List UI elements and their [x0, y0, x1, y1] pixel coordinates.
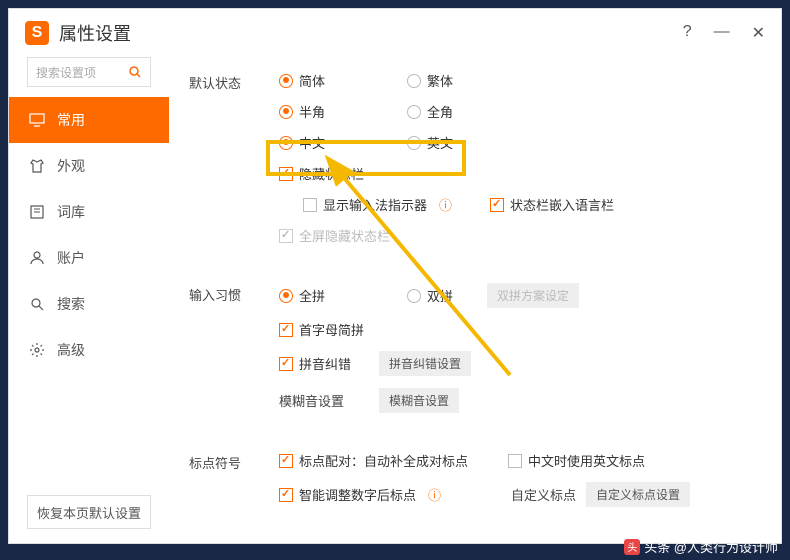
radio-halfwidth[interactable]: 半角 [279, 102, 397, 121]
user-icon [29, 250, 45, 266]
custom-punct-button[interactable]: 自定义标点设置 [586, 482, 690, 507]
magnify-icon [29, 296, 45, 312]
nav-label: 常用 [57, 110, 85, 130]
check-embed-langbar[interactable]: 状态栏嵌入语言栏 [490, 195, 614, 214]
search-input[interactable]: 搜索设置项 [27, 57, 151, 87]
section-body: 全拼 双拼 双拼方案设定 首字母简拼 拼音纠错 拼音纠错设置 模糊音设置 模糊音… [279, 283, 761, 425]
check-show-indicator[interactable]: 显示输入法指示器 [303, 195, 427, 214]
content-pane: 默认状态 简体 繁体 半角 全角 中文 英文 隐藏状态栏 [169, 57, 781, 543]
restore-defaults-button[interactable]: 恢复本页默认设置 [27, 495, 151, 529]
minimize-button[interactable]: — [714, 23, 730, 43]
radio-quanpin[interactable]: 全拼 [279, 286, 397, 305]
window-controls: ? — ✕ [683, 23, 765, 43]
check-fullscreen-hide: 全屏隐藏状态栏 [279, 226, 390, 245]
window-body: 搜索设置项 常用 外观 词库 账户 [9, 57, 781, 543]
nav-label: 词库 [57, 202, 85, 222]
check-en-punct[interactable]: 中文时使用英文标点 [508, 451, 645, 470]
section-body: 标点配对：自动补全成对标点 中文时使用英文标点 智能调整数字后标点 ⓘ 自定义标… [279, 451, 761, 519]
titlebar: S 属性设置 ? — ✕ [9, 9, 781, 57]
nav-dictionary[interactable]: 词库 [9, 189, 169, 235]
section-input-habit: 输入习惯 全拼 双拼 双拼方案设定 首字母简拼 拼音纠错 拼音纠错设置 [189, 283, 761, 425]
shuangpin-scheme-button: 双拼方案设定 [487, 283, 579, 308]
nav-appearance[interactable]: 外观 [9, 143, 169, 189]
help-icon[interactable]: ⓘ [439, 195, 452, 214]
search-placeholder: 搜索设置项 [36, 64, 96, 81]
close-button[interactable]: ✕ [752, 23, 765, 43]
watermark: 头 头条 @人类行为设计师 [624, 537, 778, 556]
shirt-icon [29, 158, 45, 174]
check-punct-pair[interactable]: 标点配对：自动补全成对标点 [279, 451, 468, 470]
nav-advanced[interactable]: 高级 [9, 327, 169, 373]
help-button[interactable]: ? [683, 23, 692, 43]
radio-chinese[interactable]: 中文 [279, 133, 397, 152]
fuzzy-settings-button[interactable]: 模糊音设置 [379, 388, 459, 413]
check-pinyin-correction[interactable]: 拼音纠错 [279, 354, 369, 373]
watermark-text: 头条 @人类行为设计师 [644, 537, 778, 556]
toutiao-icon: 头 [624, 539, 640, 555]
radio-fullwidth[interactable]: 全角 [407, 102, 525, 121]
search-icon [128, 65, 142, 79]
radio-shuangpin[interactable]: 双拼 [407, 286, 477, 305]
app-logo: S [25, 21, 49, 45]
check-hide-statusbar[interactable]: 隐藏状态栏 [279, 164, 364, 183]
sidebar: 搜索设置项 常用 外观 词库 账户 [9, 57, 169, 543]
check-initial-jianpin[interactable]: 首字母简拼 [279, 320, 364, 339]
section-default-state: 默认状态 简体 繁体 半角 全角 中文 英文 隐藏状态栏 [189, 71, 761, 257]
section-body: 简体 繁体 半角 全角 中文 英文 隐藏状态栏 显示输入 [279, 71, 761, 257]
window-title: 属性设置 [59, 20, 131, 46]
radio-simplified[interactable]: 简体 [279, 71, 397, 90]
custom-punct-label: 自定义标点 [511, 485, 576, 504]
radio-english[interactable]: 英文 [407, 133, 525, 152]
help-icon[interactable]: ⓘ [428, 485, 441, 504]
monitor-icon [29, 112, 45, 128]
nav-label: 搜索 [57, 294, 85, 314]
nav-label: 外观 [57, 156, 85, 176]
gear-icon [29, 342, 45, 358]
book-icon [29, 204, 45, 220]
section-label: 标点符号 [189, 451, 279, 519]
settings-window: S 属性设置 ? — ✕ 搜索设置项 常用 外观 [8, 8, 782, 544]
section-label: 默认状态 [189, 71, 279, 257]
section-punctuation: 标点符号 标点配对：自动补全成对标点 中文时使用英文标点 智能调整数字后标点 ⓘ… [189, 451, 761, 519]
fuzzy-label: 模糊音设置 [279, 391, 369, 410]
nav-account[interactable]: 账户 [9, 235, 169, 281]
nav: 常用 外观 词库 账户 搜索 [9, 97, 169, 373]
nav-search[interactable]: 搜索 [9, 281, 169, 327]
nav-common[interactable]: 常用 [9, 97, 169, 143]
correction-settings-button[interactable]: 拼音纠错设置 [379, 351, 471, 376]
nav-label: 高级 [57, 340, 85, 360]
nav-label: 账户 [57, 248, 85, 268]
section-label: 输入习惯 [189, 283, 279, 425]
check-smart-num-punct[interactable]: 智能调整数字后标点 [279, 485, 416, 504]
radio-traditional[interactable]: 繁体 [407, 71, 525, 90]
